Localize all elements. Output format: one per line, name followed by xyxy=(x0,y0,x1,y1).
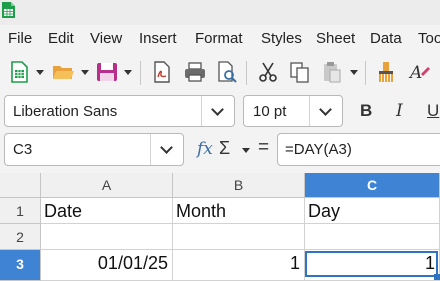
sum-button[interactable]: Σ xyxy=(219,138,230,159)
menu-insert[interactable]: Insert xyxy=(139,30,177,47)
toolbar-separator xyxy=(365,61,366,85)
name-box-value: C3 xyxy=(13,141,33,158)
toolbar-separator xyxy=(246,61,247,85)
font-size-combobox[interactable]: 10 pt xyxy=(243,95,343,127)
cut-icon[interactable] xyxy=(256,60,280,84)
menu-sheet[interactable]: Sheet xyxy=(316,30,355,47)
cell-c1[interactable]: Day xyxy=(305,198,440,224)
menu-styles[interactable]: Styles xyxy=(261,30,302,47)
cell-b3-text: 1 xyxy=(289,253,300,273)
font-size-dropdown-button[interactable] xyxy=(309,96,342,126)
font-name-combobox[interactable]: Liberation Sans xyxy=(4,95,235,127)
formula-button[interactable]: = xyxy=(258,137,269,159)
cell-b1[interactable]: Month xyxy=(173,198,305,224)
italic-button[interactable]: I xyxy=(396,101,403,121)
formula-value: =DAY(A3) xyxy=(285,141,352,158)
column-header-b[interactable]: B xyxy=(173,173,305,198)
new-spreadsheet-icon[interactable] xyxy=(8,60,32,84)
menu-view[interactable]: View xyxy=(90,30,122,47)
autofill-handle[interactable] xyxy=(434,274,440,280)
cell-c2[interactable] xyxy=(305,224,440,250)
name-box-dropdown-button[interactable] xyxy=(150,134,183,165)
export-pdf-icon[interactable] xyxy=(150,60,174,84)
cell-b2[interactable] xyxy=(173,224,305,250)
clear-formatting-icon[interactable]: A xyxy=(407,60,431,84)
cell-b3[interactable]: 1 xyxy=(173,250,305,281)
chevron-down-icon xyxy=(319,103,332,116)
paste-dropdown-arrow[interactable] xyxy=(350,70,358,75)
paste-icon[interactable] xyxy=(320,60,344,84)
open-folder-icon[interactable] xyxy=(51,60,75,84)
menu-file[interactable]: File xyxy=(8,30,32,47)
active-cell-cursor xyxy=(305,251,438,277)
svg-text:A: A xyxy=(408,63,422,83)
menu-edit[interactable]: Edit xyxy=(48,30,74,47)
row-header-1[interactable]: 1 xyxy=(0,198,41,224)
sum-dropdown-arrow[interactable] xyxy=(242,148,250,153)
name-box[interactable]: C3 xyxy=(4,133,184,166)
standard-toolbar: A xyxy=(0,53,440,93)
print-preview-icon[interactable] xyxy=(215,60,239,84)
cell-a1-text: Date xyxy=(44,201,83,221)
print-icon[interactable] xyxy=(183,60,207,84)
row-header-3[interactable]: 3 xyxy=(0,250,41,281)
column-header-c[interactable]: C xyxy=(305,173,440,198)
formula-bar: C3 fx Σ = =DAY(A3) xyxy=(0,129,440,173)
chevron-down-icon xyxy=(211,103,224,116)
cell-b1-text: Month xyxy=(176,201,227,221)
menu-data[interactable]: Data xyxy=(370,30,402,47)
formula-input[interactable]: =DAY(A3) xyxy=(277,133,440,166)
open-dropdown-arrow[interactable] xyxy=(81,70,89,75)
bold-button[interactable]: B xyxy=(360,101,372,121)
new-dropdown-arrow[interactable] xyxy=(36,70,44,75)
underline-button[interactable]: U xyxy=(427,101,439,121)
copy-icon[interactable] xyxy=(288,60,312,84)
cell-a3[interactable]: 01/01/25 xyxy=(41,250,173,281)
spreadsheet-grid: A B C 1 2 3 Date Month Day 01/01/25 1 1 xyxy=(0,173,440,281)
clone-formatting-icon[interactable] xyxy=(375,60,399,84)
select-all-corner[interactable] xyxy=(0,173,41,198)
formatting-toolbar: Liberation Sans 10 pt B I U xyxy=(0,93,440,129)
menu-tools[interactable]: Too xyxy=(418,30,440,47)
toolbar-separator xyxy=(140,61,141,85)
save-dropdown-arrow[interactable] xyxy=(124,70,132,75)
window-titlebar xyxy=(0,0,440,25)
menubar: File Edit View Insert Format Styles Shee… xyxy=(0,25,440,53)
calc-app-icon xyxy=(2,2,15,18)
function-wizard-button[interactable]: fx xyxy=(197,139,213,159)
menu-format[interactable]: Format xyxy=(195,30,243,47)
row-header-2[interactable]: 2 xyxy=(0,224,41,250)
font-name-dropdown-button[interactable] xyxy=(201,96,234,126)
cell-a3-text: 01/01/25 xyxy=(97,253,168,273)
save-icon[interactable] xyxy=(95,60,119,84)
chevron-down-icon xyxy=(160,141,173,154)
cell-c1-text: Day xyxy=(308,201,341,221)
cell-a2[interactable] xyxy=(41,224,173,250)
font-size-value: 10 pt xyxy=(253,103,287,120)
font-name-value: Liberation Sans xyxy=(13,103,118,120)
column-header-a[interactable]: A xyxy=(41,173,173,198)
cell-a1[interactable]: Date xyxy=(41,198,173,224)
